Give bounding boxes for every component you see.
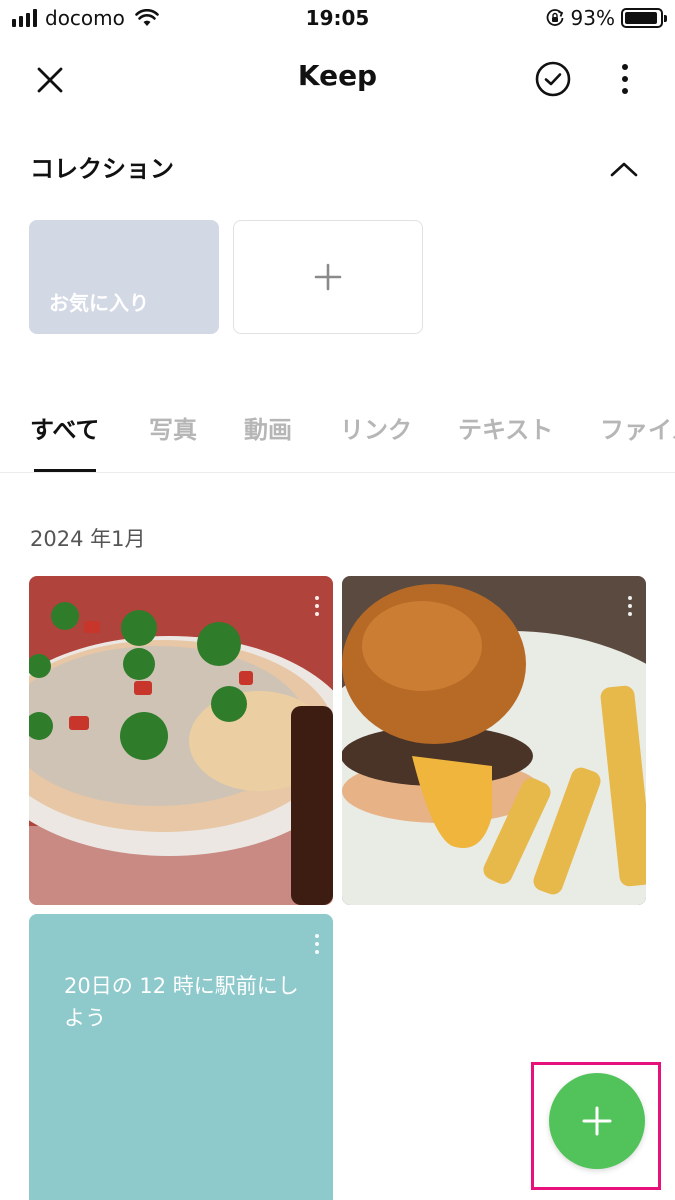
more-vertical-icon	[622, 64, 628, 94]
more-vertical-icon[interactable]	[628, 596, 632, 616]
pizza-photo	[29, 576, 333, 905]
collection-favorites[interactable]: お気に入り	[29, 220, 219, 334]
add-item-button[interactable]	[549, 1073, 645, 1169]
tab-files[interactable]: ファイル	[600, 413, 675, 447]
text-note-item[interactable]: 20日の 12 時に駅前にしよう	[29, 914, 333, 1200]
collection-title: コレクション	[30, 155, 174, 183]
plus-icon	[314, 263, 342, 291]
more-options-button[interactable]	[605, 56, 645, 102]
select-button[interactable]	[530, 56, 576, 102]
battery-icon	[621, 8, 667, 28]
app-header: Keep	[0, 40, 675, 116]
more-vertical-icon[interactable]	[315, 934, 319, 954]
battery-percent: 93%	[570, 6, 615, 30]
date-group-label: 2024 年1月	[30, 527, 146, 551]
collection-favorites-label: お気に入り	[49, 291, 149, 315]
collection-collapse-button[interactable]	[604, 152, 644, 186]
plus-icon	[582, 1106, 612, 1136]
burger-photo	[342, 576, 646, 905]
photo-item-burger[interactable]	[342, 576, 646, 905]
photo-item-pizza[interactable]	[29, 576, 333, 905]
active-tab-indicator	[34, 469, 96, 472]
tab-all[interactable]: すべて	[30, 413, 99, 447]
add-collection-button[interactable]	[233, 220, 423, 334]
status-bar: docomo 19:05 93%	[0, 0, 675, 40]
tab-text[interactable]: テキスト	[458, 413, 553, 447]
note-text: 20日の 12 時に駅前にしよう	[64, 974, 299, 1030]
check-circle-icon	[535, 61, 571, 97]
battery-level-fill	[625, 12, 657, 24]
chevron-up-icon	[610, 162, 638, 177]
filter-tabs: すべて 写真 動画 リンク テキスト ファイル	[0, 405, 675, 473]
more-vertical-icon[interactable]	[315, 596, 319, 616]
orientation-lock-icon	[546, 9, 563, 26]
status-right: 93%	[545, 6, 667, 30]
tab-videos[interactable]: 動画	[244, 413, 292, 447]
tab-photos[interactable]: 写真	[149, 413, 197, 447]
tab-links[interactable]: リンク	[340, 413, 412, 447]
